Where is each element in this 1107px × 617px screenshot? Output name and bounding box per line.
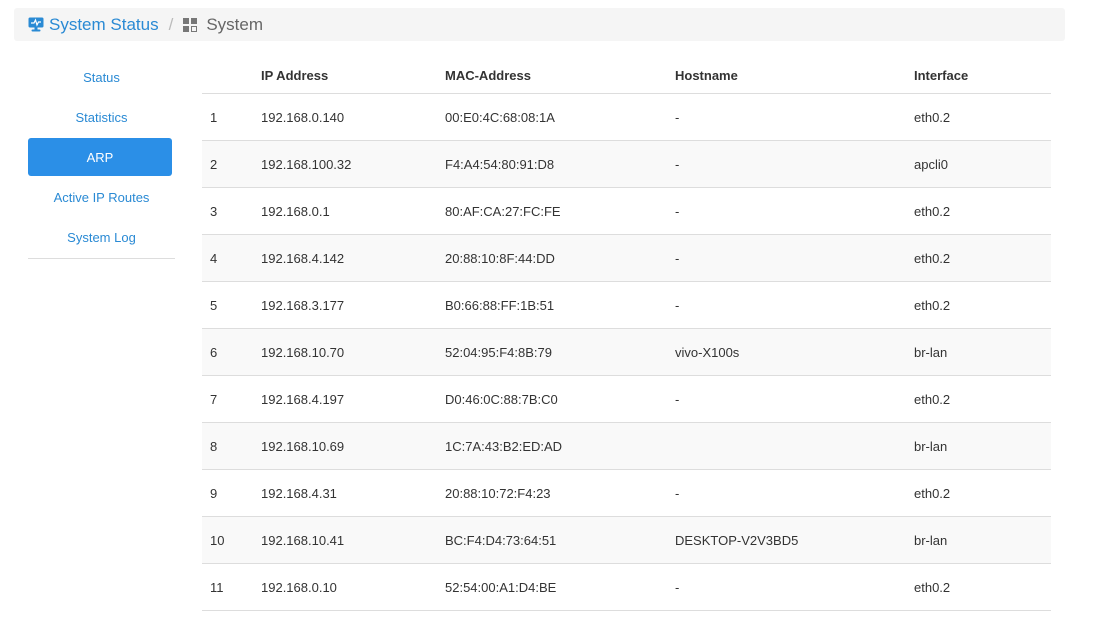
sidebar-item-system-log[interactable]: System Log <box>28 218 175 256</box>
cell-mac-address: D0:46:0C:88:7B:C0 <box>445 375 675 423</box>
cell-index: 11 <box>202 563 261 611</box>
cell-interface: eth0.2 <box>914 469 1051 517</box>
cell-interface: eth0.2 <box>914 281 1051 329</box>
cell-hostname <box>675 422 914 470</box>
cell-interface: br-lan <box>914 516 1051 564</box>
cell-ip-address: 192.168.10.70 <box>261 328 445 376</box>
cell-ip-address: 192.168.100.32 <box>261 140 445 188</box>
table-row: 1 192.168.0.140 00:E0:4C:68:08:1A - eth0.2 <box>202 93 1051 141</box>
cell-ip-address: 192.168.0.1 <box>261 187 445 235</box>
cell-hostname: - <box>675 563 914 611</box>
breadcrumb: System Status / System <box>14 8 1065 41</box>
cell-ip-address: 192.168.3.177 <box>261 281 445 329</box>
monitor-icon <box>28 17 44 32</box>
cell-ip-address: 192.168.4.142 <box>261 234 445 282</box>
cell-index: 1 <box>202 93 261 141</box>
cell-mac-address: B0:66:88:FF:1B:51 <box>445 281 675 329</box>
cell-index: 7 <box>202 375 261 423</box>
cell-interface: apcli0 <box>914 140 1051 188</box>
cell-interface: eth0.2 <box>914 375 1051 423</box>
cell-index: 2 <box>202 140 261 188</box>
breadcrumb-home-label: System Status <box>49 14 159 34</box>
cell-hostname: - <box>675 140 914 188</box>
cell-interface: eth0.2 <box>914 187 1051 235</box>
cell-index: 10 <box>202 516 261 564</box>
cell-ip-address: 192.168.0.10 <box>261 563 445 611</box>
cell-interface: eth0.2 <box>914 563 1051 611</box>
cell-mac-address: 52:04:95:F4:8B:79 <box>445 328 675 376</box>
cell-index: 5 <box>202 281 261 329</box>
table-header-row: IP Address MAC-Address Hostname Interfac… <box>202 58 1051 94</box>
grid-icon <box>183 17 198 32</box>
cell-hostname: - <box>675 469 914 517</box>
breadcrumb-current: System <box>183 15 263 35</box>
cell-hostname: DESKTOP-V2V3BD5 <box>675 516 914 564</box>
cell-ip-address: 192.168.10.69 <box>261 422 445 470</box>
table-row: 7 192.168.4.197 D0:46:0C:88:7B:C0- eth0.2 <box>202 375 1051 423</box>
cell-mac-address: 20:88:10:72:F4:23 <box>445 469 675 517</box>
table-row: 11 192.168.0.10 52:54:00:A1:D4:BE - eth0.2 <box>202 563 1051 611</box>
cell-mac-address: 52:54:00:A1:D4:BE <box>445 563 675 611</box>
cell-hostname: - <box>675 187 914 235</box>
cell-ip-address: 192.168.4.31 <box>261 469 445 517</box>
sidebar-divider <box>28 258 175 259</box>
table-row: 6 192.168.10.70 52:04:95:F4:8B:79 vivo-X100… <box>202 328 1051 376</box>
cell-hostname: - <box>675 281 914 329</box>
sidebar-item-active-ip-routes[interactable]: Active IP Routes <box>28 178 175 216</box>
cell-mac-address: 1C:7A:43:B2:ED:AD <box>445 422 675 470</box>
header-index <box>202 58 261 94</box>
cell-interface: eth0.2 <box>914 93 1051 141</box>
cell-hostname: vivo-X100s <box>675 328 914 376</box>
cell-index: 4 <box>202 234 261 282</box>
header-interface: Interface <box>914 58 1051 94</box>
cell-ip-address: 192.168.10.41 <box>261 516 445 564</box>
breadcrumb-separator: / <box>168 14 174 34</box>
sidebar-nav: Status Statistics ARP Active IP Routes S… <box>28 58 175 259</box>
cell-index: 9 <box>202 469 261 517</box>
sidebar-item-arp[interactable]: ARP <box>28 138 172 176</box>
cell-mac-address: 20:88:10:8F:44:DD <box>445 234 675 282</box>
cell-hostname: - <box>675 375 914 423</box>
cell-mac-address: 00:E0:4C:68:08:1A <box>445 93 675 141</box>
table-row: 10 192.168.10.41 BC:F4:D4:73:64:51 DESKTOP-… <box>202 516 1051 564</box>
breadcrumb-current-label: System <box>206 14 264 34</box>
table-row: 5 192.168.3.177 B0:66:88:FF:1B:51- eth0.2 <box>202 281 1051 329</box>
table-row: 3 192.168.0.1 80:AF:CA:27:FC:FE - eth0.2 <box>202 187 1051 235</box>
cell-interface: br-lan <box>914 422 1051 470</box>
header-ip-address: IP Address <box>261 58 445 94</box>
table-row: 9 192.168.4.31 20:88:10:72:F4:23- eth0.2 <box>202 469 1051 517</box>
cell-interface: eth0.2 <box>914 234 1051 282</box>
table-row: 4 192.168.4.142 20:88:10:8F:44:DD - eth0.2 <box>202 234 1051 282</box>
cell-index: 3 <box>202 187 261 235</box>
sidebar-item-status[interactable]: Status <box>28 58 175 96</box>
table-row: 8 192.168.10.69 1C:7A:43:B2:ED:AD br-lan <box>202 422 1051 470</box>
cell-ip-address: 192.168.0.140 <box>261 93 445 141</box>
cell-mac-address: 80:AF:CA:27:FC:FE <box>445 187 675 235</box>
cell-mac-address: F4:A4:54:80:91:D8 <box>445 140 675 188</box>
cell-hostname: - <box>675 234 914 282</box>
breadcrumb-home-link[interactable]: System Status <box>28 15 159 35</box>
cell-index: 8 <box>202 422 261 470</box>
cell-interface: br-lan <box>914 328 1051 376</box>
sidebar-item-statistics[interactable]: Statistics <box>28 98 175 136</box>
header-mac-address: MAC-Address <box>445 58 675 94</box>
cell-index: 6 <box>202 328 261 376</box>
header-hostname: Hostname <box>675 58 914 94</box>
cell-mac-address: BC:F4:D4:73:64:51 <box>445 516 675 564</box>
cell-hostname: - <box>675 93 914 141</box>
table-row: 2 192.168.100.32 F4:A4:54:80:91:D8- apcli0 <box>202 140 1051 188</box>
arp-table: IP Address MAC-Address Hostname Interfac… <box>202 58 1051 611</box>
cell-ip-address: 192.168.4.197 <box>261 375 445 423</box>
